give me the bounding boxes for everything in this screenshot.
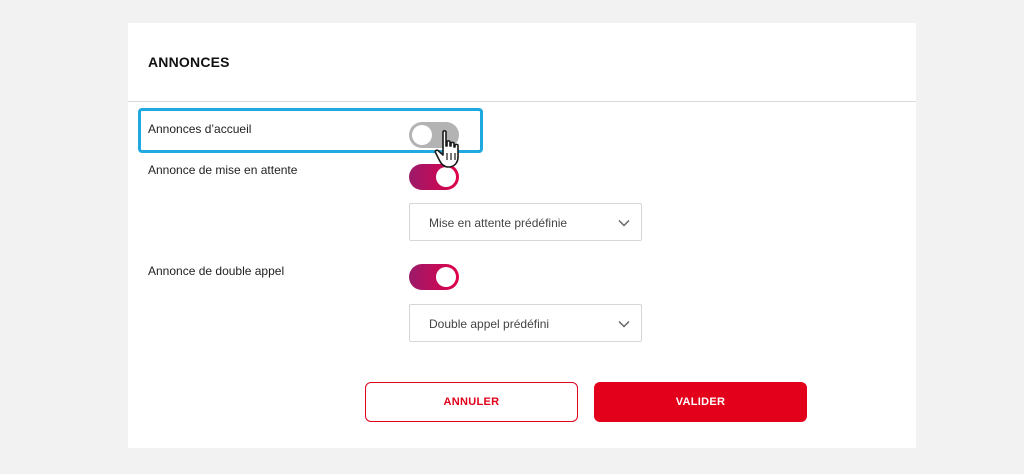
call-waiting-announcement-label: Annonce de double appel [148, 264, 285, 278]
chevron-down-icon [618, 320, 630, 328]
announcements-panel: ANNONCES Annonces d’accueil Annonce de m… [128, 23, 916, 448]
cancel-button[interactable]: ANNULER [365, 382, 578, 422]
chevron-down-icon [618, 219, 630, 227]
hold-announcement-label: Annonce de mise en attente [148, 163, 298, 177]
header-divider [128, 101, 916, 102]
hold-announcement-select[interactable]: Mise en attente prédéfinie [409, 203, 642, 241]
call-waiting-announcement-toggle[interactable] [409, 264, 459, 290]
welcome-announcement-toggle[interactable] [409, 122, 459, 148]
welcome-announcement-label: Annonces d’accueil [148, 122, 252, 136]
toggle-knob [436, 167, 456, 187]
hold-announcement-select-value: Mise en attente prédéfinie [429, 216, 568, 230]
panel-title: ANNONCES [148, 54, 230, 70]
toggle-knob [412, 125, 432, 145]
confirm-button[interactable]: VALIDER [594, 382, 807, 422]
call-waiting-announcement-select[interactable]: Double appel prédéfini [409, 304, 642, 342]
hold-announcement-toggle[interactable] [409, 164, 459, 190]
toggle-knob [436, 267, 456, 287]
call-waiting-announcement-select-value: Double appel prédéfini [429, 317, 550, 331]
